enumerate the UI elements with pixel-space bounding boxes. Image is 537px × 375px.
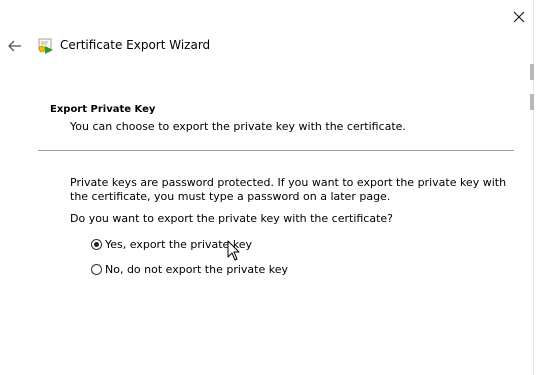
- window-edge-mark: [530, 64, 534, 80]
- radio-yes-export[interactable]: Yes, export the private key: [91, 238, 252, 251]
- section-subtitle: You can choose to export the private key…: [70, 120, 406, 133]
- certificate-export-wizard-window: Certificate Export Wizard Export Private…: [0, 0, 537, 375]
- radio-yes-label[interactable]: Yes, export the private key: [105, 238, 252, 251]
- radio-no-export[interactable]: No, do not export the private key: [91, 263, 288, 276]
- back-button[interactable]: [6, 37, 24, 55]
- close-icon: [513, 11, 525, 23]
- info-paragraph: Private keys are password protected. If …: [70, 176, 507, 203]
- radio-button-unchecked[interactable]: [91, 264, 102, 275]
- certificate-wizard-icon: [36, 37, 54, 55]
- export-question: Do you want to export the private key wi…: [70, 212, 394, 225]
- window-edge-mark: [530, 94, 534, 110]
- back-arrow-icon: [8, 40, 21, 52]
- wizard-title: Certificate Export Wizard: [60, 38, 211, 52]
- radio-button-checked[interactable]: [91, 239, 102, 250]
- radio-no-label[interactable]: No, do not export the private key: [105, 263, 288, 276]
- header-divider: [38, 150, 514, 151]
- window-right-edge: [533, 0, 534, 375]
- section-heading: Export Private Key: [50, 104, 156, 115]
- close-button[interactable]: [508, 6, 530, 28]
